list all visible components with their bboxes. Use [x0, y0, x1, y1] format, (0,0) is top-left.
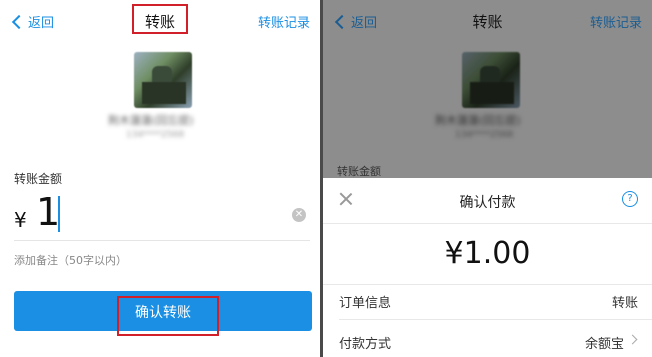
text-cursor [58, 196, 60, 232]
payment-amount: ¥1.00 [444, 236, 531, 271]
amount-label: 转账金额 [337, 165, 381, 178]
payment-method-label: 付款方式 [339, 337, 392, 352]
divider [323, 223, 652, 224]
clear-icon[interactable]: ✕ [292, 208, 306, 222]
order-info-value: 转账 [611, 296, 638, 311]
recipient-id: 134****2568 [126, 130, 185, 140]
transfer-record-link[interactable]: 转账记录 [258, 12, 310, 31]
title-highlight-box [132, 4, 188, 34]
chevron-right-icon [627, 334, 638, 345]
nav-bar: 返回 转账 转账记录 [323, 0, 652, 42]
recipient-name: 荆木蓮蓮(回忘提) [435, 114, 521, 127]
memo-input[interactable]: 添加备注（50字以内） [14, 252, 127, 268]
sheet-title: 确认付款 [459, 195, 516, 211]
amount-label: 转账金额 [14, 172, 63, 186]
confirm-payment-screen: 返回 转账 转账记录 荆木蓮蓮(回忘提) 134****2568 转账金额 确认… [323, 0, 652, 357]
avatar [134, 52, 192, 108]
divider [323, 284, 652, 285]
currency-symbol: ¥ [14, 208, 27, 232]
recipient-id: 134****2568 [455, 130, 514, 140]
recipient-name: 荆木蓮蓮(回忘提) [108, 114, 194, 127]
divider [339, 319, 652, 320]
avatar [462, 52, 520, 108]
transfer-screen: 返回 转账 转账记录 荆木蓮蓮(回忘提) 134****2568 转账金额 ¥ … [0, 0, 320, 357]
payment-method-row[interactable]: 付款方式 余额宝 [339, 333, 638, 353]
payment-method-value: 余额宝 [584, 337, 624, 352]
amount-input[interactable]: ¥ 1 ✕ [14, 188, 310, 241]
payment-sheet: 确认付款 ? ¥1.00 订单信息 转账 付款方式 余额宝 [323, 178, 652, 357]
transfer-record-link: 转账记录 [589, 16, 642, 31]
help-icon[interactable]: ? [622, 191, 638, 207]
amount-value: 1 [36, 190, 61, 234]
order-info-row: 订单信息 转账 [339, 292, 638, 312]
nav-bar: 返回 转账 转账记录 [0, 0, 320, 42]
confirm-highlight-box [117, 296, 219, 336]
order-info-label: 订单信息 [339, 296, 392, 311]
